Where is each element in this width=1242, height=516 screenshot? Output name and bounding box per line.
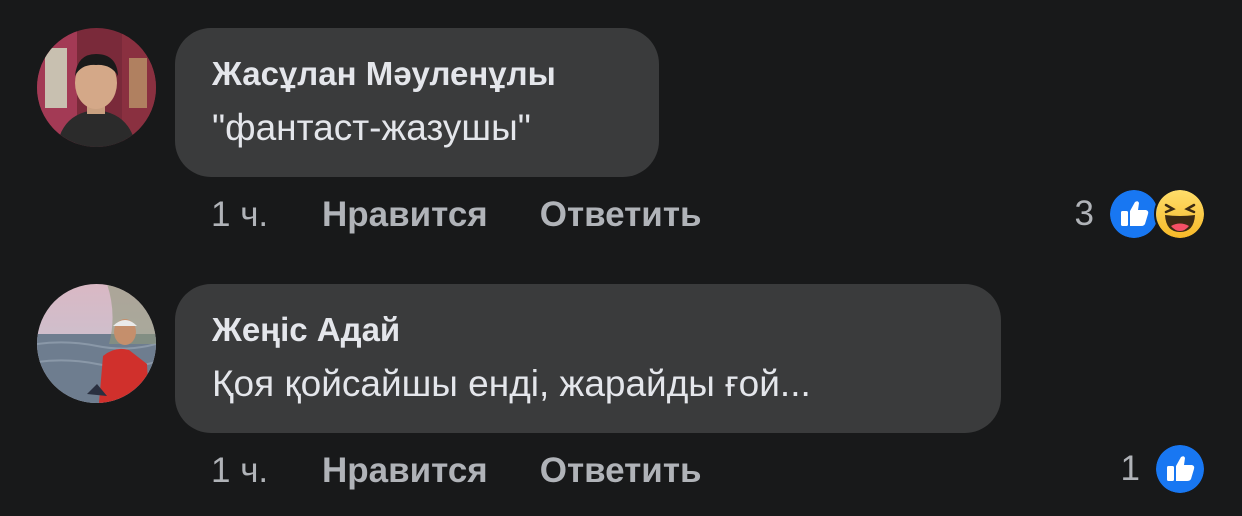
comment-author[interactable]: Жеңіс Адай — [212, 310, 963, 350]
reaction-count: 3 — [1074, 194, 1094, 233]
haha-icon — [1154, 188, 1206, 240]
comment-text: "фантаст-жазушы" — [212, 107, 531, 148]
comment-actions: 1 ч. Нравится Ответить — [211, 449, 701, 493]
like-icon — [1154, 443, 1206, 495]
comment-bubble: Жеңіс Адай Қоя қойсайшы енді, жарайды ғо… — [175, 284, 1001, 433]
comment-bubble: Жасұлан Мәуленұлы "фантаст-жазушы" — [175, 28, 659, 177]
avatar[interactable] — [37, 284, 156, 403]
reply-button[interactable]: Ответить — [540, 195, 702, 235]
reaction-count: 1 — [1120, 449, 1140, 488]
comment-actions: 1 ч. Нравится Ответить — [211, 193, 701, 237]
comment-timestamp[interactable]: 1 ч. — [211, 195, 322, 235]
reaction-summary[interactable]: 3 — [1074, 188, 1206, 240]
comment-text: Қоя қойсайшы енді, жарайды ғой... — [212, 363, 811, 404]
like-button[interactable]: Нравится — [322, 451, 488, 491]
reaction-summary[interactable]: 1 — [1120, 443, 1206, 495]
comment-timestamp[interactable]: 1 ч. — [211, 451, 322, 491]
like-icon — [1108, 188, 1160, 240]
comment-author[interactable]: Жасұлан Мәуленұлы — [212, 54, 621, 94]
avatar[interactable] — [37, 28, 156, 147]
like-button[interactable]: Нравится — [322, 195, 488, 235]
reply-button[interactable]: Ответить — [540, 451, 702, 491]
